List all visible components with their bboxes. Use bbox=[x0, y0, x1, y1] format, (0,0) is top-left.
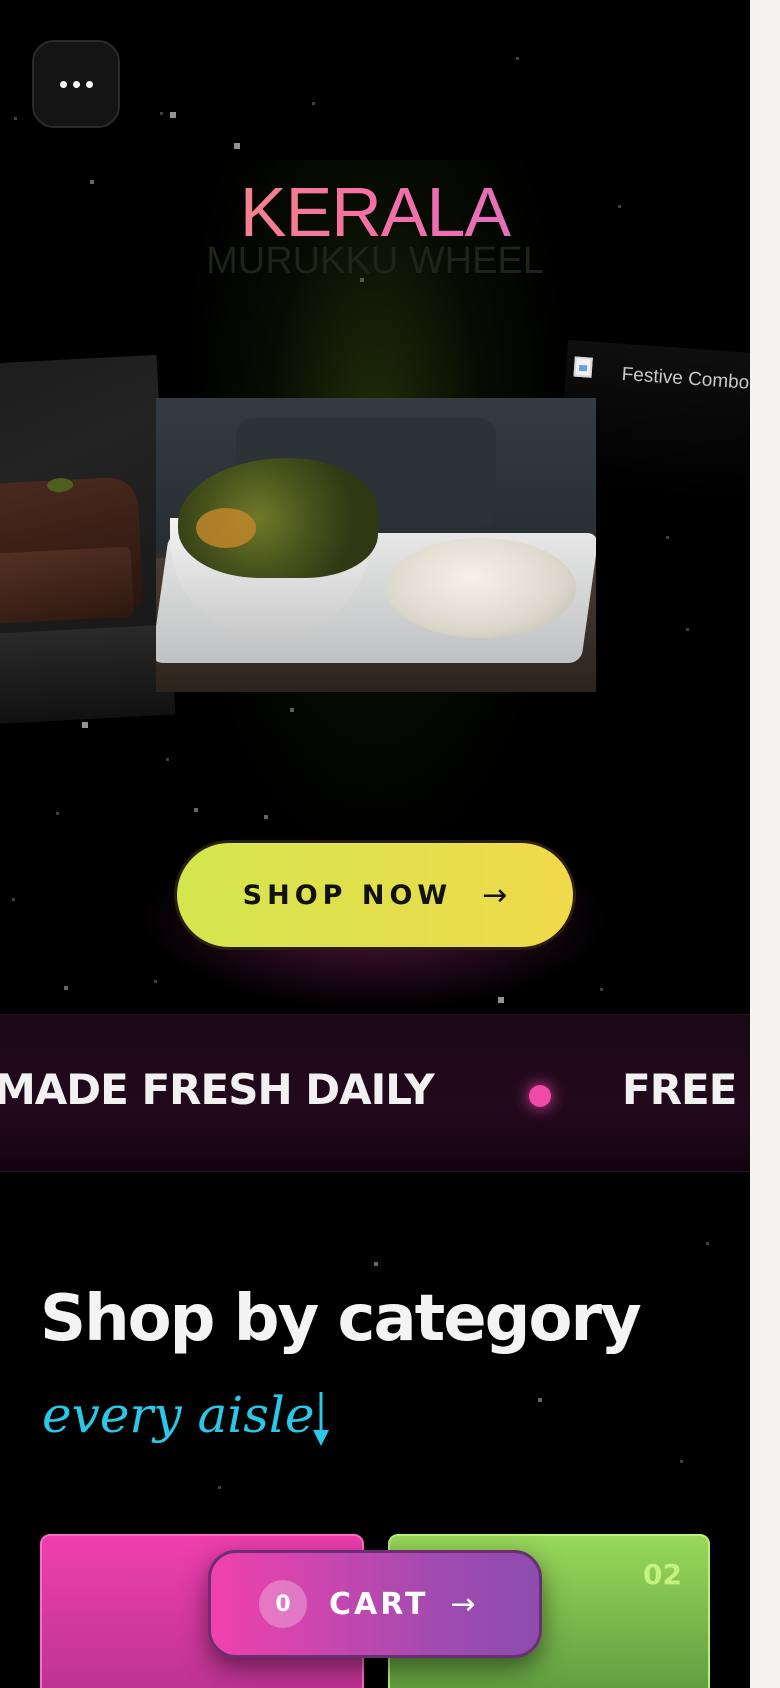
star-decoration bbox=[14, 117, 17, 120]
shop-now-label: SHOP NOW bbox=[242, 879, 453, 911]
hero-subtitle: MURUKKU WHEEL bbox=[206, 240, 544, 282]
more-horizontal-icon bbox=[72, 80, 80, 88]
star-decoration bbox=[160, 112, 163, 115]
section-title: Shop by category bbox=[40, 1282, 642, 1356]
cart-label: CART bbox=[329, 1586, 429, 1622]
marquee-item: FREE bbox=[622, 1065, 737, 1114]
category-number: 02 bbox=[643, 1558, 682, 1591]
arrow-right-icon: → bbox=[450, 1586, 476, 1622]
cart-count-badge: 0 bbox=[259, 1580, 307, 1628]
product-photo bbox=[0, 623, 176, 726]
star-decoration bbox=[56, 812, 59, 815]
dot-separator-icon bbox=[529, 1085, 551, 1107]
star-decoration bbox=[64, 986, 68, 990]
star-decoration bbox=[516, 57, 519, 60]
arrow-right-icon: → bbox=[482, 877, 508, 913]
product-photo bbox=[196, 508, 256, 548]
star-decoration bbox=[170, 112, 176, 118]
more-horizontal-icon bbox=[85, 80, 93, 88]
marquee-banner: MADE FRESH DAILY FREE bbox=[0, 1014, 750, 1172]
star-decoration bbox=[538, 1398, 542, 1402]
menu-button[interactable] bbox=[32, 40, 120, 128]
star-decoration bbox=[234, 143, 240, 149]
product-photo bbox=[386, 538, 576, 638]
cart-button[interactable]: 0 CART → bbox=[208, 1550, 542, 1658]
broken-image-icon bbox=[573, 356, 593, 378]
marquee-item: MADE FRESH DAILY bbox=[0, 1065, 435, 1114]
product-photo bbox=[0, 546, 135, 625]
section-subtitle: every aisle bbox=[42, 1386, 315, 1444]
star-decoration bbox=[12, 898, 15, 901]
star-decoration bbox=[312, 102, 315, 105]
star-decoration bbox=[166, 758, 169, 761]
product-card-label: Festive Combo bbox=[621, 363, 750, 394]
scrollbar-track[interactable] bbox=[750, 0, 780, 1688]
star-decoration bbox=[706, 1242, 709, 1245]
hero-product-image[interactable] bbox=[156, 398, 596, 692]
star-decoration bbox=[686, 628, 689, 631]
star-decoration bbox=[82, 722, 88, 728]
arrow-down-icon bbox=[313, 1392, 329, 1446]
page-viewport: KERALA MURUKKU WHEEL Festive Combo SHOP … bbox=[0, 0, 750, 1688]
product-card-left[interactable] bbox=[0, 354, 176, 726]
star-decoration bbox=[218, 1486, 221, 1489]
star-decoration bbox=[374, 1262, 378, 1266]
star-decoration bbox=[666, 536, 669, 539]
star-decoration bbox=[680, 1460, 683, 1463]
more-horizontal-icon bbox=[59, 80, 67, 88]
shop-now-button[interactable]: SHOP NOW → bbox=[174, 840, 576, 950]
